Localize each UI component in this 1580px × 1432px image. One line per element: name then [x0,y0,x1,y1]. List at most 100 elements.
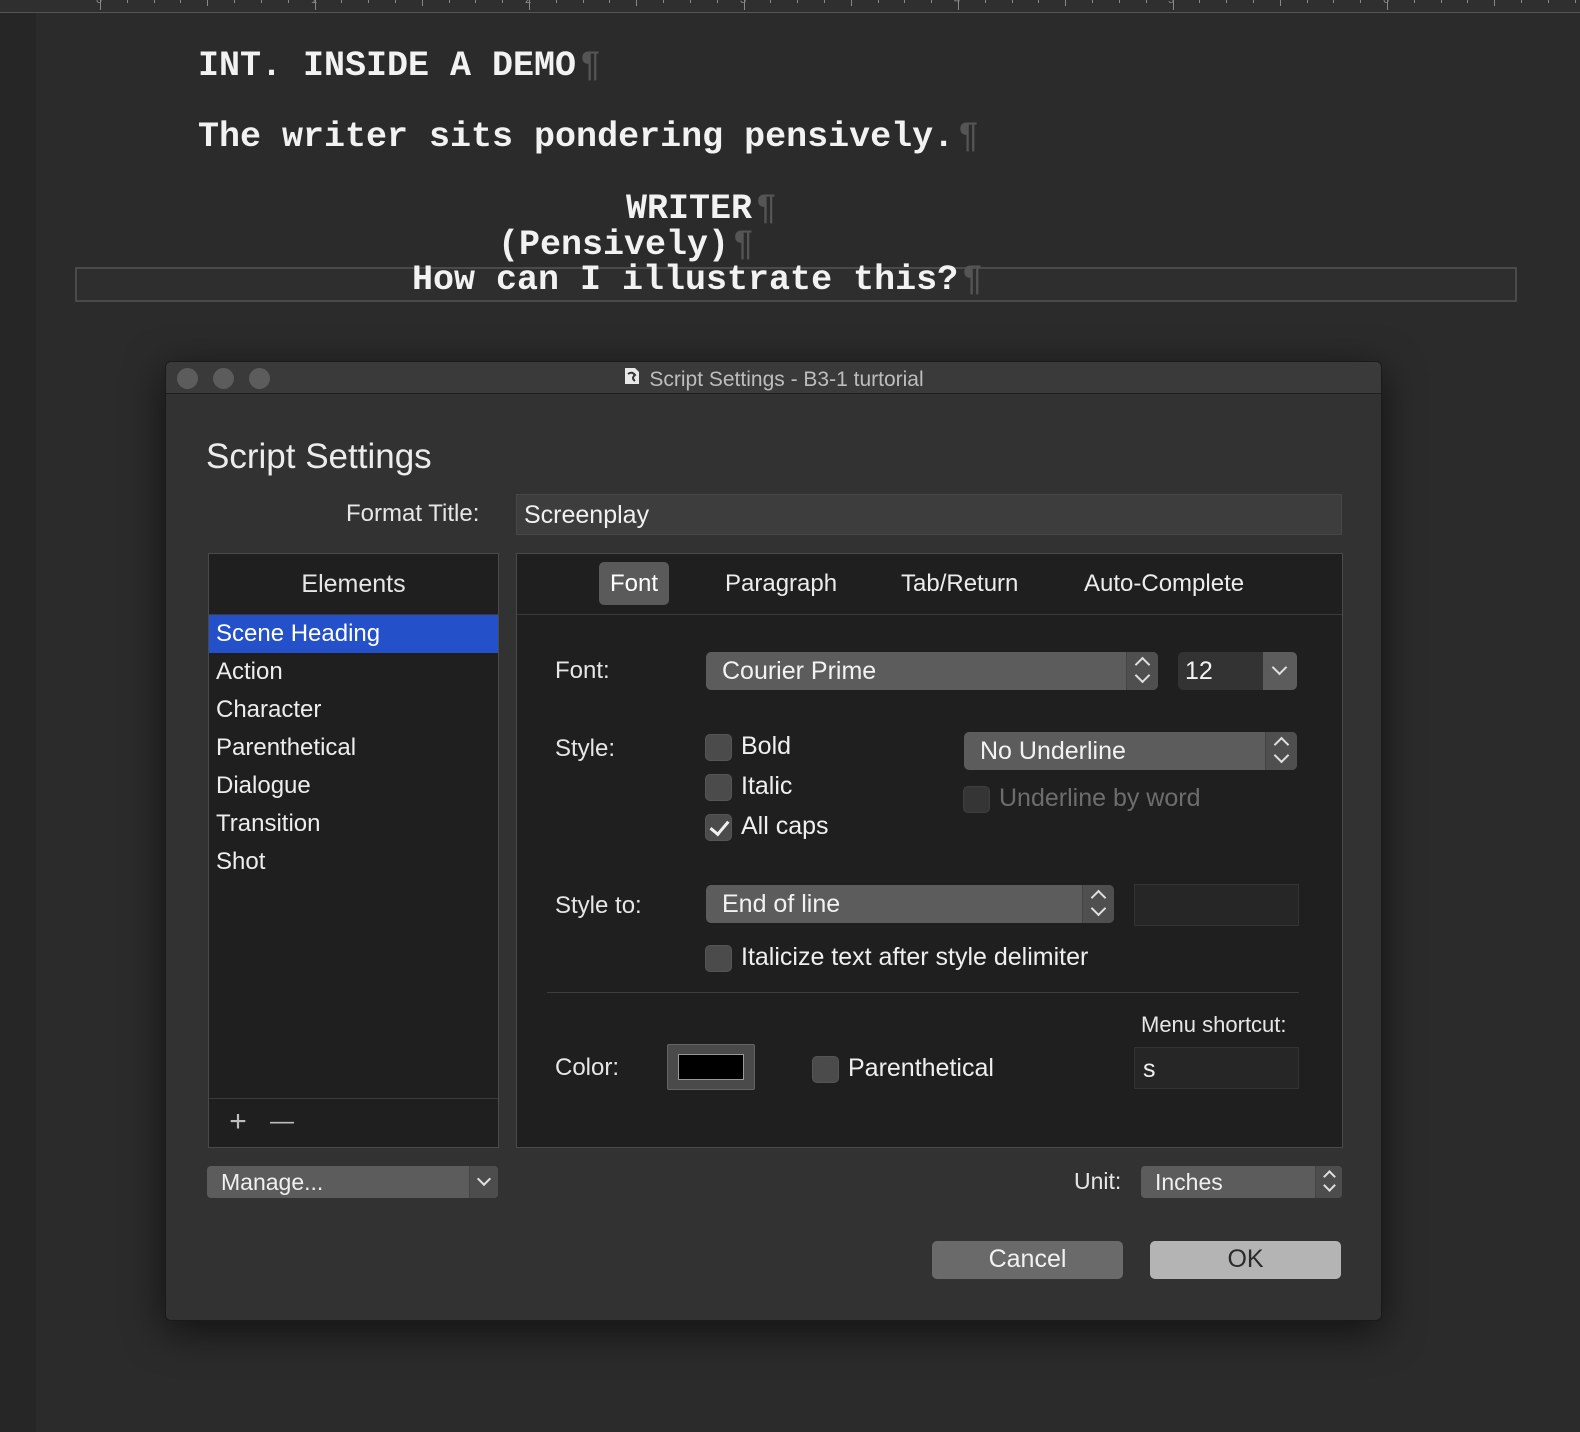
underline-popup[interactable]: No Underline [964,732,1297,770]
action-line[interactable]: The writer sits pondering pensively. ¶ [198,117,979,157]
ruler-tick-mark [368,0,369,3]
ruler-tick-mark [797,0,798,3]
italicize-checkbox[interactable] [705,945,732,972]
elements-panel: Elements Scene Heading Action Character … [208,553,499,1148]
ruler-tick-mark [1414,0,1415,3]
font-size-value: 12 [1185,657,1213,685]
element-item-action[interactable]: Action [209,653,498,691]
font-label: Font: [555,657,610,684]
ruler-tick-mark [1333,0,1334,3]
font-popup[interactable]: Courier Prime [706,652,1158,690]
ruler-tick-mark [502,0,503,3]
element-item-character[interactable]: Character [209,691,498,729]
ruler-tick-mark [824,0,825,3]
unit-popup[interactable]: Inches [1141,1166,1342,1198]
element-item-dialogue[interactable]: Dialogue [209,767,498,805]
ruler-tick-mark [207,0,208,6]
tab-tab-return[interactable]: Tab/Return [890,562,1029,605]
tab-paragraph[interactable]: Paragraph [714,562,848,605]
ruler-tick-mark [1494,0,1495,6]
element-item-scene-heading[interactable]: Scene Heading [209,615,498,653]
italic-label: Italic [741,772,793,800]
dialogue-text: How can I illustrate this? [412,260,959,300]
ruler-tick-mark [1038,0,1039,3]
bold-label: Bold [741,732,792,760]
manage-combo[interactable]: Manage... [207,1166,498,1198]
bold-checkbox[interactable] [705,734,732,761]
window-title: Script Settings - B3-1 turtorial [166,366,1381,392]
add-element-button[interactable]: + [223,1105,253,1139]
style-delimiter-input[interactable] [1134,884,1299,926]
ruler-tick-mark [288,0,289,3]
element-item-shot[interactable]: Shot [209,843,498,881]
pilcrow-icon: ¶ [733,225,755,265]
character-line[interactable]: WRITER ¶ [626,189,777,229]
ruler-tick-mark [1307,0,1308,3]
dialogue-line[interactable]: How can I illustrate this? ¶ [412,260,983,300]
ruler-tick-mark [315,0,316,10]
cancel-button[interactable]: Cancel [932,1241,1123,1279]
ruler-tick-mark [690,0,691,3]
scene-heading-line[interactable]: INT. INSIDE A DEMO ¶ [198,46,601,86]
style-to-popup[interactable]: End of line [706,885,1114,923]
ruler-tick-mark [636,0,637,6]
tab-font[interactable]: Font [599,562,670,605]
ruler[interactable]: 0 1 2 3 4 5 6 [0,0,1580,13]
tab-bar: Font Paragraph Tab/Return Auto-Complete [517,554,1342,615]
ruler-tick-mark [878,0,879,3]
allcaps-label: All caps [741,812,829,840]
italic-checkbox[interactable] [705,774,732,801]
ruler-tick-mark [609,0,610,3]
chevron-down-icon[interactable] [469,1166,498,1198]
ruler-tick-mark [1253,0,1254,3]
underline-by-word-checkbox [963,786,990,813]
color-well[interactable] [667,1044,755,1090]
ruler-tick-mark [931,0,932,3]
ruler-tick-mark [904,0,905,3]
ruler-tick-mark [663,0,664,3]
unit-label: Unit: [1074,1168,1122,1194]
ruler-tick-mark [1226,0,1227,3]
ruler-tick-mark [958,0,959,10]
element-item-parenthetical[interactable]: Parenthetical [209,729,498,767]
ok-button[interactable]: OK [1150,1241,1341,1279]
remove-element-button[interactable]: — [267,1108,297,1136]
ruler-tick-mark [851,0,852,6]
window-title-text: Script Settings - B3-1 turtorial [649,368,924,391]
window-titlebar[interactable]: Script Settings - B3-1 turtorial [166,362,1381,394]
script-settings-dialog: Script Settings - B3-1 turtorial Script … [165,361,1382,1321]
parenthetical-line[interactable]: (Pensively) ¶ [498,225,754,265]
ruler-tick-mark [1012,0,1013,3]
menu-shortcut-input[interactable]: s [1134,1047,1299,1089]
parenthetical-checkbox[interactable] [812,1056,839,1083]
ruler-tick-mark [529,0,530,10]
ruler-tick-mark [1548,0,1549,3]
ruler-tick-mark [1441,0,1442,3]
ruler-tick-mark [1199,0,1200,3]
ruler-tick-mark [234,0,235,3]
style-label: Style: [555,735,616,762]
chevron-down-icon[interactable] [1263,652,1297,690]
element-item-transition[interactable]: Transition [209,805,498,843]
editor-left-margin [0,0,36,1432]
unit-value: Inches [1155,1169,1223,1195]
ruler-tick-mark [1173,0,1174,10]
dialog-heading: Script Settings [206,437,432,476]
ruler-tick-mark [583,0,584,3]
ruler-tick-mark [1521,0,1522,3]
pilcrow-icon: ¶ [580,46,602,86]
ruler-tick-mark [744,0,745,10]
format-title-input[interactable]: Screenplay [516,494,1342,535]
font-size-combo[interactable]: 12 [1178,652,1297,690]
style-to-label: Style to: [555,892,642,919]
tab-auto-complete[interactable]: Auto-Complete [1073,562,1255,605]
italicize-label: Italicize text after style delimiter [741,943,1089,971]
underline-popup-value: No Underline [980,737,1126,765]
ruler-tick-mark [475,0,476,3]
ruler-tick-mark [422,0,423,6]
color-swatch [678,1054,744,1080]
color-label: Color: [555,1054,620,1081]
checkmark-icon[interactable] [705,814,732,841]
ruler-tick-mark [556,0,557,3]
ruler-tick-mark [100,0,101,10]
